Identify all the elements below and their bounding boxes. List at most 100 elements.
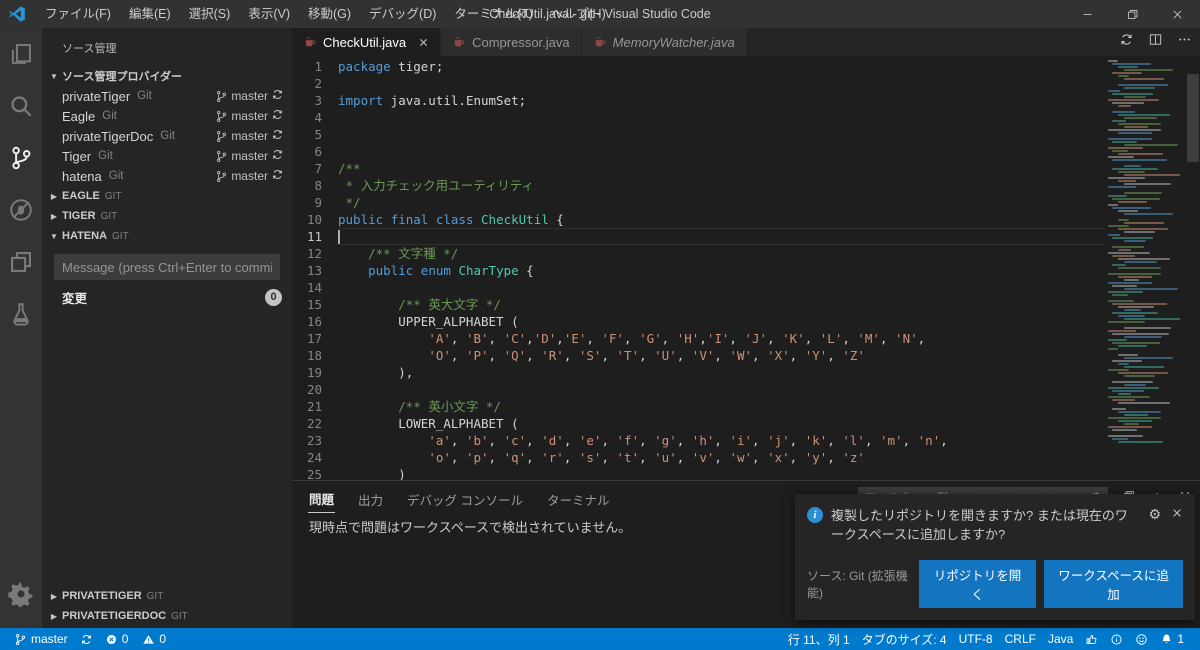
sync-changes-icon[interactable] [1119,32,1134,52]
provider-row-privateTigerDoc[interactable]: privateTigerDoc Git master [42,126,292,146]
search-icon[interactable] [0,80,42,132]
code-line[interactable]: 6 [292,143,1106,160]
provider-name: Eagle [62,108,96,124]
close-tab-icon[interactable] [418,37,429,48]
editor-scrollbar[interactable] [1186,56,1200,480]
code-line[interactable]: 5 [292,126,1106,143]
code-line[interactable]: 18 'O', 'P', 'Q', 'R', 'S', 'T', 'U', 'V… [292,347,1106,364]
code-line[interactable]: 11 [292,228,1106,245]
feedback-thumbsup-icon[interactable] [1079,628,1104,650]
code-line[interactable]: 8 * 入力チェック用ユーティリティ [292,177,1106,194]
sync-icon[interactable] [271,168,284,181]
provider-row-Eagle[interactable]: Eagle Git master [42,106,292,126]
code-line[interactable]: 4 [292,109,1106,126]
code-editor[interactable]: 1 package tiger; 2 3 import java.util.EnumSe… [292,56,1200,480]
code-line[interactable]: 3 import java.util.EnumSet; [292,92,1106,109]
notifications-bell[interactable]: 1 [1154,628,1190,650]
tab-Compressor.java[interactable]: Compressor.java [441,28,581,56]
code-line[interactable]: 25 ) [292,466,1106,480]
notification-close-icon[interactable] [1171,506,1183,524]
repo-section-eagle[interactable]: ▶ EAGLE GIT [42,186,292,206]
sync-icon[interactable] [271,108,284,121]
encoding-indicator[interactable]: UTF-8 [953,628,999,650]
menu-item-0[interactable]: ファイル(F) [36,0,120,28]
sync-button[interactable] [74,628,99,650]
sync-button[interactable] [271,88,284,104]
code-line[interactable]: 12 /** 文字種 */ [292,245,1106,262]
code-line[interactable]: 13 public enum CharType { [292,262,1106,279]
restore-button[interactable] [1110,0,1155,28]
code-line[interactable]: 16 UPPER_ALPHABET ( [292,313,1106,330]
code-line[interactable]: 24 'o', 'p', 'q', 'r', 's', 't', 'u', 'v… [292,449,1106,466]
extensions-icon[interactable] [0,236,42,288]
add-to-workspace-button[interactable]: ワークスペースに追加 [1044,560,1183,608]
menu-item-2[interactable]: 選択(S) [180,0,240,28]
eol-indicator[interactable]: CRLF [999,628,1042,650]
menu-item-4[interactable]: 移動(G) [299,0,360,28]
code-line[interactable]: 10 public final class CheckUtil { [292,211,1106,228]
changes-row[interactable]: 変更 0 [42,286,292,308]
open-repository-button[interactable]: リポジトリを開く [919,560,1037,608]
close-window-button[interactable] [1155,0,1200,28]
tab-CheckUtil.java[interactable]: CheckUtil.java [292,28,441,56]
language-indicator[interactable]: Java [1042,628,1079,650]
menu-item-6[interactable]: ターミナル(T) [445,0,541,28]
feedback-smiley-icon[interactable] [1129,628,1154,650]
code-line[interactable]: 19 ), [292,364,1106,381]
notification-settings-icon[interactable]: ⚙ [1148,506,1161,523]
panel-tab-出力[interactable]: 出力 [357,484,384,513]
status-bar: master 0 0 行 11、列 1 タブのサイズ: 4 UTF-8 CRLF… [0,628,1200,650]
repo-section-privatetiger[interactable]: ▶ PRIVATETIGER GIT [42,586,292,606]
menu-item-1[interactable]: 編集(E) [120,0,180,28]
commit-message-input[interactable] [54,254,280,280]
code-line[interactable]: 15 /** 英大文字 */ [292,296,1106,313]
code-line[interactable]: 17 'A', 'B', 'C','D','E', 'F', 'G', 'H',… [292,330,1106,347]
test-flask-icon[interactable] [0,288,42,340]
repo-section-tiger[interactable]: ▶ TIGER GIT [42,206,292,226]
sync-icon[interactable] [271,148,284,161]
repo-section-privatetigerdoc[interactable]: ▶ PRIVATETIGERDOC GIT [42,606,292,626]
code-line[interactable]: 23 'a', 'b', 'c', 'd', 'e', 'f', 'g', 'h… [292,432,1106,449]
code-line[interactable]: 7/** [292,160,1106,177]
panel-tab-ターミナル[interactable]: ターミナル [546,484,611,513]
problems-indicator[interactable]: 0 0 [99,628,172,650]
menu-item-7[interactable]: ヘルプ(H) [542,0,615,28]
info-circle-icon[interactable] [1104,628,1129,650]
provider-row-privateTiger[interactable]: privateTiger Git master [42,86,292,106]
code-line[interactable]: 2 [292,75,1106,92]
sync-button[interactable] [271,128,284,144]
panel-tab-デバッグ コンソール[interactable]: デバッグ コンソール [406,484,524,513]
panel-tab-問題[interactable]: 問題 [308,483,336,513]
tab-MemoryWatcher.java[interactable]: MemoryWatcher.java [581,28,746,56]
sync-button[interactable] [271,168,284,184]
branch-indicator[interactable]: master [8,628,74,650]
source-control-icon[interactable] [0,132,42,184]
minimize-button[interactable] [1065,0,1110,28]
code-line[interactable]: 21 /** 英小文字 */ [292,398,1106,415]
repo-section-label: HATENA [62,230,108,242]
code-line[interactable]: 20 [292,381,1106,398]
sync-button[interactable] [271,108,284,124]
settings-gear-icon[interactable] [0,568,42,620]
providers-section-header[interactable]: ▼ ソース管理プロバイダー [42,66,292,86]
menu-item-3[interactable]: 表示(V) [239,0,299,28]
code-line[interactable]: 14 [292,279,1106,296]
sync-icon[interactable] [271,88,284,101]
code-line[interactable]: 22 LOWER_ALPHABET ( [292,415,1106,432]
line-number: 6 [314,144,322,159]
minimap[interactable] [1106,60,1186,480]
tab-size-indicator[interactable]: タブのサイズ: 4 [856,628,953,650]
menu-item-5[interactable]: デバッグ(D) [360,0,445,28]
repo-section-hatena[interactable]: ▼ HATENA GIT [42,226,292,246]
code-line[interactable]: 9 */ [292,194,1106,211]
explorer-icon[interactable] [0,28,42,80]
debug-icon[interactable] [0,184,42,236]
more-actions-icon[interactable] [1177,32,1192,52]
split-editor-icon[interactable] [1148,32,1163,52]
provider-row-hatena[interactable]: hatena Git master [42,166,292,186]
sync-button[interactable] [271,148,284,164]
sync-icon[interactable] [271,128,284,141]
cursor-position[interactable]: 行 11、列 1 [782,628,856,650]
provider-row-Tiger[interactable]: Tiger Git master [42,146,292,166]
code-line[interactable]: 1 package tiger; [292,58,1106,75]
